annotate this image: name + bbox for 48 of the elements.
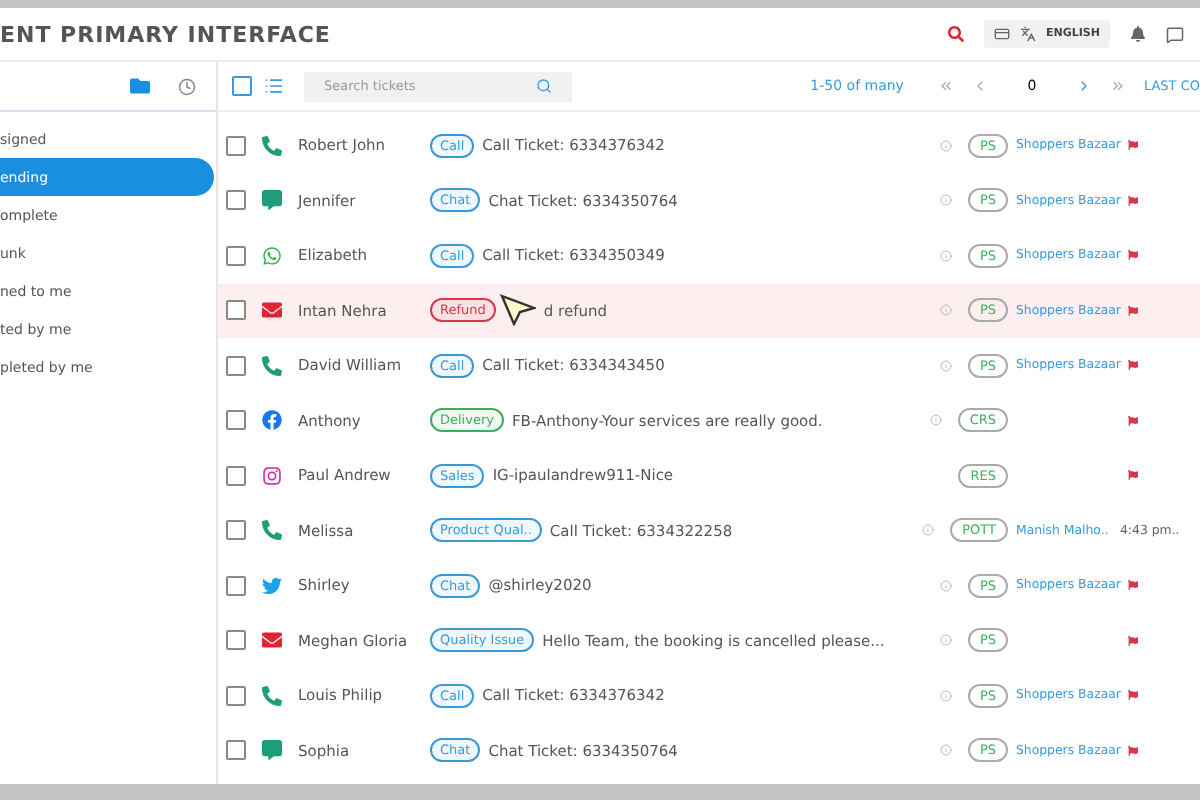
row-checkbox[interactable] <box>226 465 246 486</box>
card-icon <box>994 26 1010 42</box>
search-icon[interactable] <box>536 77 552 93</box>
row-checkbox[interactable] <box>226 410 246 431</box>
flag-icon[interactable] <box>1128 690 1138 701</box>
flag-icon[interactable] <box>1128 470 1138 481</box>
flag-icon[interactable] <box>1128 195 1138 206</box>
last-page-icon[interactable] <box>1109 78 1126 94</box>
row-checkbox[interactable] <box>226 520 246 541</box>
select-all-checkbox[interactable] <box>232 76 252 96</box>
facebook-icon <box>262 410 282 431</box>
row-checkbox[interactable] <box>226 740 246 761</box>
row-checkbox[interactable] <box>226 355 246 376</box>
list-icon[interactable] <box>264 76 284 96</box>
bell-icon[interactable] <box>1130 26 1146 42</box>
row-checkbox[interactable] <box>226 245 246 266</box>
whatsapp-icon <box>262 245 282 266</box>
flag-icon[interactable] <box>1128 305 1138 316</box>
phone-icon <box>262 135 282 156</box>
instagram-icon <box>262 465 282 486</box>
phone-icon <box>262 355 282 376</box>
row-checkbox[interactable] <box>226 190 246 211</box>
window-title: ENT PRIMARY INTERFACE <box>0 21 331 47</box>
row-checkbox[interactable] <box>226 630 246 651</box>
envelope-icon <box>262 630 282 651</box>
twitter-bird-icon <box>262 575 282 596</box>
chat-bubble-icon <box>262 740 282 761</box>
first-page-icon[interactable] <box>937 78 954 94</box>
flag-icon[interactable] <box>1128 745 1138 756</box>
flag-icon[interactable] <box>1128 250 1138 261</box>
translate-icon <box>1020 26 1036 42</box>
row-checkbox[interactable] <box>226 135 246 156</box>
phone-icon <box>262 685 282 706</box>
phone-icon <box>262 520 282 541</box>
chat-bubble-icon <box>262 190 282 211</box>
envelope-icon <box>262 300 282 321</box>
row-checkbox[interactable] <box>226 300 246 321</box>
row-checkbox[interactable] <box>226 685 246 706</box>
message-icon[interactable] <box>1166 25 1184 43</box>
search-icon[interactable] <box>948 26 964 42</box>
clock-icon[interactable] <box>178 77 196 95</box>
row-checkbox[interactable] <box>226 575 246 596</box>
flag-icon[interactable] <box>1128 360 1138 371</box>
flag-icon[interactable] <box>1128 415 1138 426</box>
flag-icon[interactable] <box>1128 140 1138 151</box>
folder-icon[interactable] <box>130 76 150 96</box>
flag-icon[interactable] <box>1128 635 1138 646</box>
flag-icon[interactable] <box>1128 580 1138 591</box>
